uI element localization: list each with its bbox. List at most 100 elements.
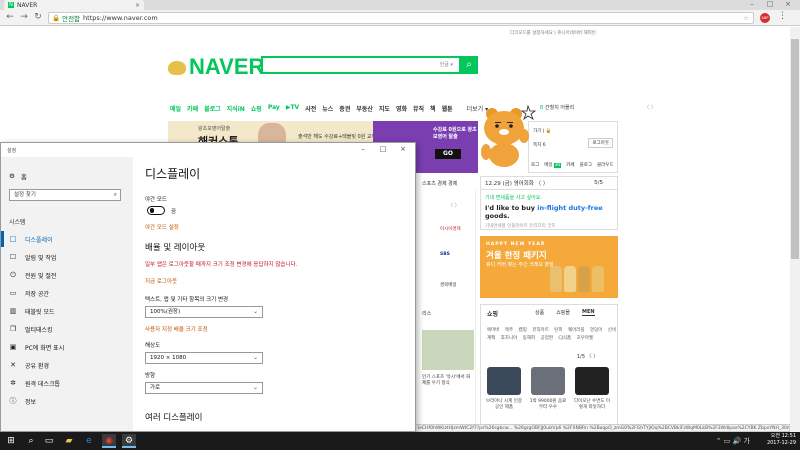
sidebar-item-shared[interactable]: ✕ 공유 환경	[1, 357, 133, 373]
nav-blog[interactable]: 블로그	[204, 104, 221, 113]
nav-news[interactable]: 뉴스	[322, 104, 333, 113]
task-view-icon[interactable]: ▭	[42, 434, 56, 448]
edge-icon[interactable]: e	[82, 434, 96, 448]
keyboard-toggle[interactable]: 한글 ▾	[440, 61, 453, 68]
nav-kin[interactable]: 지식iN	[227, 104, 245, 113]
clock[interactable]: 오전 12:51 2017-12-29	[767, 433, 796, 447]
shopping-widget: 쇼핑 상품 쇼핑몰 MEN 애마버 맥주 캠핑 뮤직마트 탄피 웨어러블 엉덩이…	[480, 304, 618, 432]
date-label: 12.29 (금) 영어회화 〈 〉	[485, 181, 549, 187]
sign-out-link[interactable]: 지금 로그아웃	[145, 277, 177, 285]
sidebar-item-multitasking[interactable]: ❐ 멀티태스킹	[1, 321, 133, 337]
search-icon[interactable]: ⌕	[24, 434, 38, 448]
news-pager[interactable]: 〈 〉	[448, 202, 460, 209]
close-window-icon[interactable]: ×	[780, 0, 796, 8]
forward-icon[interactable]: →	[18, 12, 30, 22]
nav-shopping[interactable]: 쇼핑	[251, 104, 262, 113]
news-image[interactable]	[422, 330, 474, 370]
nav-pay[interactable]: Pay	[268, 104, 280, 113]
news-category-tabs[interactable]: 스포츠 경제 경제	[422, 180, 457, 187]
sidebar-item-storage[interactable]: ▭ 저장 공간	[1, 285, 133, 301]
nav-realestate[interactable]: 부동산	[356, 104, 373, 113]
logout-button[interactable]: 로그아웃	[588, 138, 613, 148]
sidebar-item-project[interactable]: ▣ PC에 화면 표시	[1, 339, 133, 355]
sidebar-item-about[interactable]: ⓘ 정보	[1, 393, 133, 409]
news-caption[interactable]: 인기 스포츠 '유시'에서 화제를 우기 정식	[422, 375, 474, 387]
english-widget[interactable]: 기내 면세품을 사고 싶어요. I'd like to buy in-fligh…	[480, 190, 618, 230]
adblock-icon[interactable]: ABP	[760, 13, 770, 23]
nav-music[interactable]: 뮤직	[413, 104, 424, 113]
settings-close-icon[interactable]: ×	[393, 145, 413, 153]
nav-dictionary[interactable]: 사전	[305, 104, 316, 113]
night-light-settings-link[interactable]: 야간 모드 설정	[145, 223, 179, 231]
night-light-toggle[interactable]	[147, 206, 165, 215]
nav-movie[interactable]: 영화	[396, 104, 407, 113]
sidebar-item-display[interactable]: □ 디스플레이	[1, 231, 133, 247]
minimize-icon[interactable]: –	[744, 0, 760, 8]
nav-stock[interactable]: 증권	[339, 104, 350, 113]
sidebar-item-power[interactable]: ⏻ 전원 및 절전	[1, 267, 133, 283]
product-image[interactable]	[531, 367, 565, 395]
media-logo[interactable]: 경북매일	[440, 282, 457, 288]
product-image[interactable]	[487, 367, 521, 395]
shortcut-cafe[interactable]: 카페	[566, 162, 574, 168]
custom-scaling-link[interactable]: 사용자 지정 배율 크기 조정	[145, 325, 208, 333]
settings-gear-icon[interactable]: ⚙	[122, 434, 136, 448]
settings-search-input[interactable]: 설정 찾기 ⌕	[9, 189, 121, 201]
shopping-pager[interactable]: 1/5 〈 〉	[577, 353, 598, 360]
product-image[interactable]	[575, 367, 609, 395]
chrome-menu-icon[interactable]: ⋮	[778, 11, 787, 21]
tab-men[interactable]: MEN	[582, 309, 595, 316]
ad-go-button[interactable]: GO	[435, 149, 461, 159]
naver-search-input[interactable]: 한글 ▾	[261, 56, 461, 74]
product-caption[interactable]: 브리아나 시계 인증 공인 제품	[484, 399, 524, 411]
reload-icon[interactable]: ↻	[32, 12, 44, 22]
remote-desktop-icon: ✲	[10, 379, 16, 387]
sidebar-item-tablet[interactable]: ▥ 태블릿 모드	[1, 303, 133, 319]
nav-tv[interactable]: ▶TV	[286, 104, 299, 113]
naver-top-links[interactable]: 다크모드를 설정하세요 | 쥬니어네이버 해피빈	[510, 30, 596, 36]
settings-minimize-icon[interactable]: –	[353, 145, 373, 153]
scrollbar-thumb[interactable]	[791, 39, 799, 259]
nav-right-promo[interactable]: B 간헐치 어플리 〈 〉	[540, 104, 656, 111]
system-tray-icons[interactable]: ⌃ ▭ 🔊 가	[716, 436, 750, 446]
login-box: 가기 | 🔒 쪽지 6 로그아웃 로그 메일 30 카페 블로그 클라우드	[528, 121, 618, 173]
settings-maximize-icon[interactable]: □	[373, 145, 393, 153]
address-bar[interactable]: 🔒 안전함 https://www.naver.com ☆	[48, 12, 754, 24]
nav-cafe[interactable]: 카페	[187, 104, 198, 113]
product-caption[interactable]: 1박 99000원 음료부터 우수	[528, 399, 568, 411]
nav-mail[interactable]: 메일	[170, 104, 181, 113]
chrome-icon[interactable]: ◉	[102, 434, 116, 448]
settings-home[interactable]: ⚙ 홈	[9, 171, 27, 181]
media-logo[interactable]: SBS	[440, 252, 450, 257]
newyear-banner[interactable]: HAPPY NEW YEAR 겨울 한정 패키지 휴디 커버 찾는 주간 크레오…	[480, 236, 618, 298]
orientation-dropdown[interactable]: 가로 ⌄	[145, 382, 263, 394]
product-caption[interactable]: 다이모난 수면도 이렇게 따듯하다	[572, 399, 612, 411]
maximize-icon[interactable]: □	[762, 0, 778, 8]
resolution-dropdown[interactable]: 1920 × 1080 ⌄	[145, 352, 263, 364]
shortcut-blog[interactable]: 블로그	[580, 162, 592, 168]
bookmark-star-icon[interactable]: ☆	[743, 14, 749, 22]
scale-dropdown[interactable]: 100%(권장) ⌄	[145, 306, 263, 318]
nav-webtoon[interactable]: 웹툰	[442, 104, 453, 113]
lock-icon: 🔒	[52, 14, 61, 22]
sidebar-item-notifications[interactable]: ☐ 알림 및 작업	[1, 249, 133, 265]
back-icon[interactable]: ←	[4, 12, 16, 22]
windows-start-icon[interactable]: ⊞	[4, 434, 18, 448]
tab-products[interactable]: 상품	[535, 309, 544, 316]
naver-logo[interactable]: NAVER	[168, 54, 264, 80]
news-tab[interactable]: 리스	[422, 310, 431, 317]
nav-map[interactable]: 지도	[379, 104, 390, 113]
naver-search-button[interactable]: ⌕	[460, 56, 478, 74]
shortcut-cloud[interactable]: 클라우드	[597, 162, 614, 168]
shortcut-mail[interactable]: 메일 30	[544, 162, 562, 168]
browser-tab[interactable]: N NAVER ×	[4, 0, 144, 10]
shopping-keywords[interactable]: 애마버 맥주 캠핑 뮤직마트 탄피 웨어러블 엉덩이 신비계팩 후즈니아 동해파…	[487, 327, 617, 343]
file-explorer-icon[interactable]: ▰	[62, 434, 76, 448]
tab-malls[interactable]: 쇼핑몰	[556, 309, 570, 316]
tab-close-icon[interactable]: ×	[135, 2, 140, 9]
sidebar-item-remote-desktop[interactable]: ✲ 원격 데스크톱	[1, 375, 133, 391]
newyear-label: HAPPY NEW YEAR	[486, 242, 546, 247]
nav-book[interactable]: 책	[430, 104, 436, 113]
media-logo[interactable]: 아시아경제	[440, 226, 461, 232]
page-scrollbar[interactable]	[790, 27, 800, 432]
